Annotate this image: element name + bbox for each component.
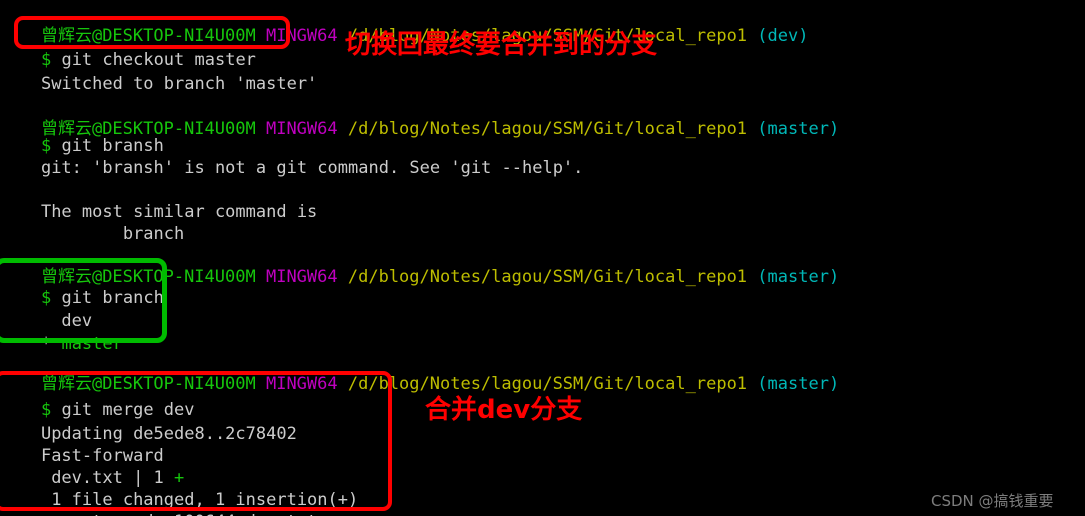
output-text: git: 'bransh' is not a git command. See … bbox=[40, 158, 584, 178]
output-not-a-git-command: git: 'bransh' is not a git command. See … bbox=[0, 132, 583, 178]
csdn-watermark: CSDN @搞钱重要 bbox=[931, 492, 1054, 510]
terminal-window: 曾辉云@DESKTOP-NI4U00M MINGW64 /d/blog/Note… bbox=[0, 0, 1085, 516]
prompt-branch-master: (master) bbox=[757, 119, 840, 139]
branch-list-item-dev: dev bbox=[0, 285, 92, 331]
annotation-checkout-text: 切换回最终要合并到的分支 bbox=[345, 30, 658, 60]
prompt-branch-dev: (dev) bbox=[757, 26, 809, 46]
output-diffstat-summary: 1 file changed, 1 insertion(+) bbox=[0, 464, 358, 510]
prompt-shell: MINGW64 bbox=[265, 26, 338, 46]
output-most-similar: The most similar command is bbox=[0, 176, 317, 222]
command-line-bransh: $ git bransh bbox=[0, 110, 164, 156]
output-blank-1 bbox=[0, 154, 41, 178]
output-create-mode: create mode 100644 dev.txt bbox=[0, 486, 317, 516]
output-updating: Updating de5ede8..2c78402 bbox=[0, 398, 297, 444]
annotation-merge-text: 合并dev分支 bbox=[425, 395, 583, 425]
command-line-checkout: $ git checkout master bbox=[0, 24, 256, 70]
prompt-shell: MINGW64 bbox=[265, 267, 338, 287]
output-diffstat-file: dev.txt | 1 + bbox=[0, 442, 184, 488]
prompt-line-1: 曾辉云@DESKTOP-NI4U00M MINGW64 /d/blog/Note… bbox=[0, 0, 809, 46]
output-text: Switched to branch 'master' bbox=[40, 74, 318, 94]
output-text: create mode 100644 dev.txt bbox=[41, 512, 317, 516]
command-line-branch: $ git branch bbox=[0, 262, 164, 308]
prompt-shell: MINGW64 bbox=[265, 374, 338, 394]
prompt-line-4: 曾辉云@DESKTOP-NI4U00M MINGW64 /d/blog/Note… bbox=[0, 348, 839, 394]
prompt-path: /d/blog/Notes/lagou/SSM/Git/local_repo1 bbox=[347, 267, 748, 287]
prompt-branch-master: (master) bbox=[757, 267, 840, 287]
prompt-branch-master: (master) bbox=[757, 374, 840, 394]
branch-list-item-master: * master bbox=[0, 308, 123, 354]
output-suggestion-branch: branch bbox=[0, 198, 184, 244]
prompt-path: /d/blog/Notes/lagou/SSM/Git/local_repo1 bbox=[347, 374, 748, 394]
output-switched-branch: Switched to branch 'master' bbox=[0, 48, 317, 94]
output-fast-forward: Fast-forward bbox=[0, 420, 164, 466]
command-line-merge: $ git merge dev bbox=[0, 374, 195, 420]
